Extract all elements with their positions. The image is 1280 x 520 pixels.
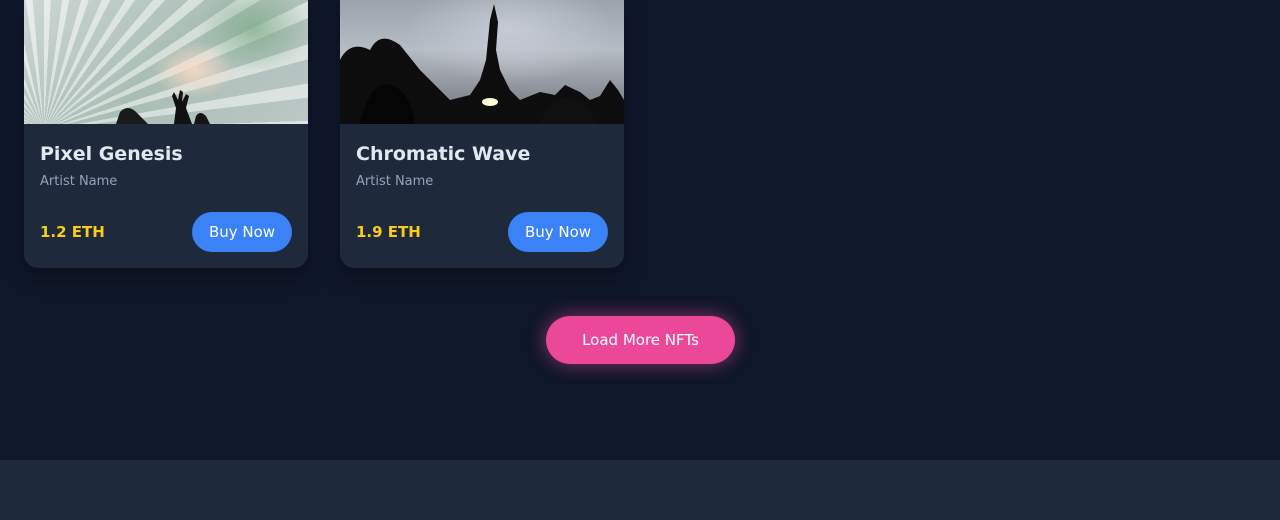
buy-now-button[interactable]: Buy Now	[192, 212, 292, 252]
site-footer	[0, 460, 1280, 520]
nft-card-footer: 1.9 ETH Buy Now	[356, 212, 608, 252]
crowd-silhouette	[340, 4, 624, 124]
crowd-silhouette	[116, 90, 210, 124]
nft-title: Pixel Genesis	[40, 143, 183, 165]
nft-card-footer: 1.2 ETH Buy Now	[40, 212, 292, 252]
load-more-button[interactable]: Load More NFTs	[546, 316, 735, 364]
nft-grid: Pixel Genesis Artist Name 1.2 ETH Buy No…	[24, 0, 624, 268]
nft-artist: Artist Name	[40, 174, 118, 189]
nft-card[interactable]: Chromatic Wave Artist Name 1.9 ETH Buy N…	[340, 0, 624, 268]
nft-image[interactable]	[340, 0, 624, 124]
nft-image[interactable]	[24, 0, 308, 124]
nft-card[interactable]: Pixel Genesis Artist Name 1.2 ETH Buy No…	[24, 0, 308, 268]
page: Pixel Genesis Artist Name 1.2 ETH Buy No…	[0, 0, 1280, 520]
buy-now-button[interactable]: Buy Now	[508, 212, 608, 252]
nft-artist: Artist Name	[356, 174, 434, 189]
nft-price: 1.2 ETH	[40, 223, 105, 241]
nft-price: 1.9 ETH	[356, 223, 421, 241]
nft-title: Chromatic Wave	[356, 143, 531, 165]
